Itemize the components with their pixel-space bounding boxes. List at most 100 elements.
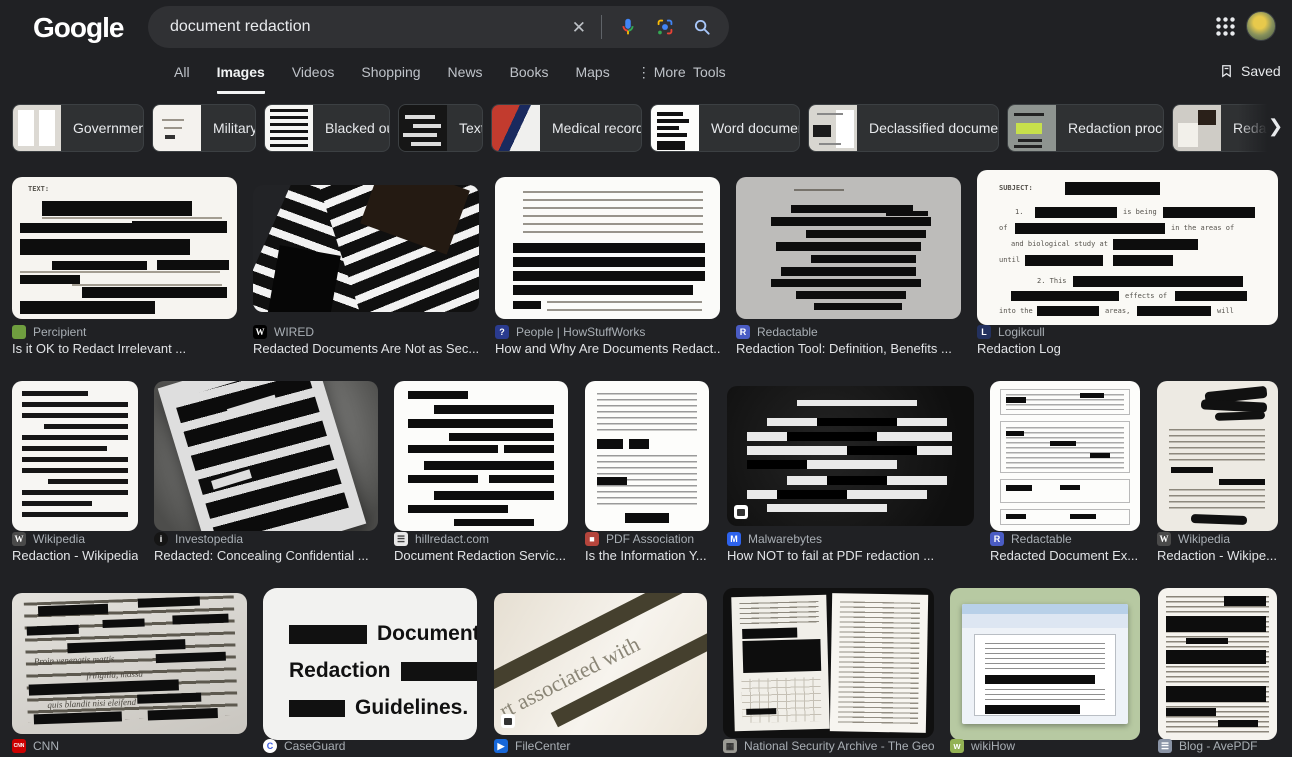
thumb-text: fringilla, massa — [86, 669, 143, 681]
result-source[interactable]: R Redactable — [990, 532, 1140, 546]
chip-medical-records[interactable]: Medical records — [491, 104, 642, 152]
chip-text[interactable]: Text — [398, 104, 483, 152]
chip-declassified-documents[interactable]: Declassified documents — [808, 104, 999, 152]
thumb-text: SUBJECT: — [999, 184, 1033, 192]
result-image-pdf-association[interactable] — [585, 381, 709, 531]
result-source[interactable]: CNN CNN — [12, 739, 247, 753]
redaction-bar — [1011, 291, 1119, 301]
tab-books[interactable]: Books — [510, 64, 549, 94]
search-input[interactable]: document redaction — [170, 18, 572, 36]
result-source[interactable]: W Wikipedia — [1157, 532, 1278, 546]
result-source[interactable]: C CaseGuard — [263, 739, 477, 753]
bar-gap — [92, 501, 128, 506]
result-source[interactable]: R Redactable — [736, 325, 961, 339]
result-image-cnn[interactable]: Proin venenatis mattis fringilla, massa … — [12, 593, 247, 734]
result-image-wikihow[interactable] — [950, 588, 1140, 740]
result-source[interactable]: ■ PDF Association — [585, 532, 709, 546]
result-image-malwarebytes[interactable] — [727, 386, 974, 526]
google-logo[interactable]: Google — [33, 12, 123, 44]
result-title[interactable]: Redacted Document Ex... — [990, 548, 1140, 563]
result-title[interactable]: Redaction - Wikipedia — [12, 548, 138, 563]
result-image-redactable-tool[interactable] — [736, 177, 961, 319]
result-image-caseguard[interactable]: Document Redaction Guidelines. — [263, 588, 477, 740]
chip-label: Redaction process — [1056, 120, 1164, 136]
tab-news[interactable]: News — [448, 64, 483, 94]
result-image-avepdf[interactable] — [1158, 588, 1277, 740]
result-source[interactable]: ☰ hillredact.com — [394, 532, 568, 546]
result-image-wikipedia-aged[interactable] — [1157, 381, 1278, 531]
result-title[interactable]: How and Why Are Documents Redact... — [495, 341, 720, 356]
tab-videos[interactable]: Videos — [292, 64, 335, 94]
bar-gap — [22, 479, 48, 484]
result-source[interactable]: i Investopedia — [154, 532, 378, 546]
result-title[interactable]: Redaction Log — [977, 341, 1278, 356]
chip-government[interactable]: Government — [12, 104, 144, 152]
account-avatar[interactable] — [1246, 11, 1276, 41]
chip-military[interactable]: Military — [152, 104, 256, 152]
redaction-bar — [1080, 393, 1104, 398]
google-lens-icon[interactable] — [654, 16, 676, 38]
chip-blacked-out[interactable]: Blacked out — [264, 104, 390, 152]
chip-redaction-process[interactable]: Redaction process — [1007, 104, 1164, 152]
result-source[interactable]: Percipient — [12, 325, 237, 339]
redaction-bar — [847, 446, 917, 455]
result-title[interactable]: Redacted: Concealing Confidential ... — [154, 548, 378, 563]
redaction-bar — [1186, 638, 1228, 644]
clear-search-icon[interactable]: ✕ — [572, 19, 586, 36]
thumb-text: is being — [1123, 208, 1157, 216]
result-image-redacted-example[interactable] — [990, 381, 1140, 531]
result-source[interactable]: W WIRED — [253, 325, 479, 339]
result-source[interactable]: ? People | HowStuffWorks — [495, 325, 720, 339]
result-image-wikipedia-redaction[interactable] — [12, 381, 138, 531]
result-image-percipient[interactable]: TEXT: — [12, 177, 237, 319]
result-image-howstuffworks[interactable] — [495, 177, 720, 319]
result-title[interactable]: Redaction Tool: Definition, Benefits ... — [736, 341, 961, 356]
redaction-bar — [1113, 239, 1198, 250]
result-source[interactable]: W Wikipedia — [12, 532, 138, 546]
result-source[interactable]: w wikiHow — [950, 739, 1140, 753]
result-source[interactable]: ▶ FileCenter — [494, 739, 707, 753]
redaction-bar — [1065, 182, 1160, 195]
avepdf-favicon: ☰ — [1158, 739, 1172, 753]
tab-more[interactable]: ⋮More — [637, 64, 686, 94]
result-source[interactable]: ▦ National Security Archive - The Georg.… — [723, 739, 934, 753]
result-image-wired[interactable] — [253, 185, 479, 312]
result-title[interactable]: Is it OK to Redact Irrelevant ... — [12, 341, 237, 356]
result-title[interactable]: Document Redaction Servic... — [394, 548, 568, 563]
chips-scroll-right-icon[interactable]: ❯ — [1268, 116, 1283, 137]
redaction-bar — [1137, 306, 1211, 316]
result-image-hillredact[interactable] — [394, 381, 568, 531]
result-title[interactable]: How NOT to fail at PDF redaction ... — [727, 548, 974, 563]
redaction-bar — [1037, 306, 1099, 316]
result-image-filecenter[interactable]: rt associated with — [494, 593, 707, 735]
result-title[interactable]: Redaction - Wikipe... — [1157, 548, 1278, 563]
tools-button[interactable]: Tools — [693, 64, 726, 80]
redaction-bar — [20, 301, 155, 314]
hillredact-favicon: ☰ — [394, 532, 408, 546]
word-titlebar — [962, 604, 1128, 614]
result-title[interactable]: Redacted Documents Are Not as Sec... — [253, 341, 479, 356]
chip-word-document[interactable]: Word document — [650, 104, 800, 152]
search-icon[interactable] — [691, 16, 713, 38]
result-image-investopedia[interactable] — [154, 381, 378, 531]
result-source[interactable]: M Malwarebytes — [727, 532, 974, 546]
result-source[interactable]: ☰ Blog - AvePDF — [1158, 739, 1277, 753]
result-image-nsarchive[interactable] — [723, 588, 934, 738]
redaction-bar — [1070, 514, 1096, 519]
chip-thumbnail — [809, 105, 857, 151]
saved-button[interactable]: Saved — [1219, 63, 1281, 79]
result-title[interactable]: Is the Information Y... — [585, 548, 709, 563]
result-image-redaction-log[interactable]: SUBJECT: 1. is being of in the areas of … — [977, 170, 1278, 325]
redaction-bar — [454, 519, 534, 526]
tab-all[interactable]: All — [174, 64, 190, 94]
redaction-bar — [806, 230, 926, 238]
search-bar[interactable]: document redaction ✕ — [148, 6, 729, 48]
voice-search-icon[interactable] — [617, 16, 639, 38]
tab-shopping[interactable]: Shopping — [361, 64, 420, 94]
redaction-bar — [1090, 453, 1110, 458]
tab-maps[interactable]: Maps — [575, 64, 609, 94]
bar-gap — [88, 391, 128, 396]
google-apps-icon[interactable] — [1215, 16, 1235, 36]
result-source[interactable]: L Logikcull — [977, 325, 1278, 339]
tab-images[interactable]: Images — [217, 64, 265, 94]
